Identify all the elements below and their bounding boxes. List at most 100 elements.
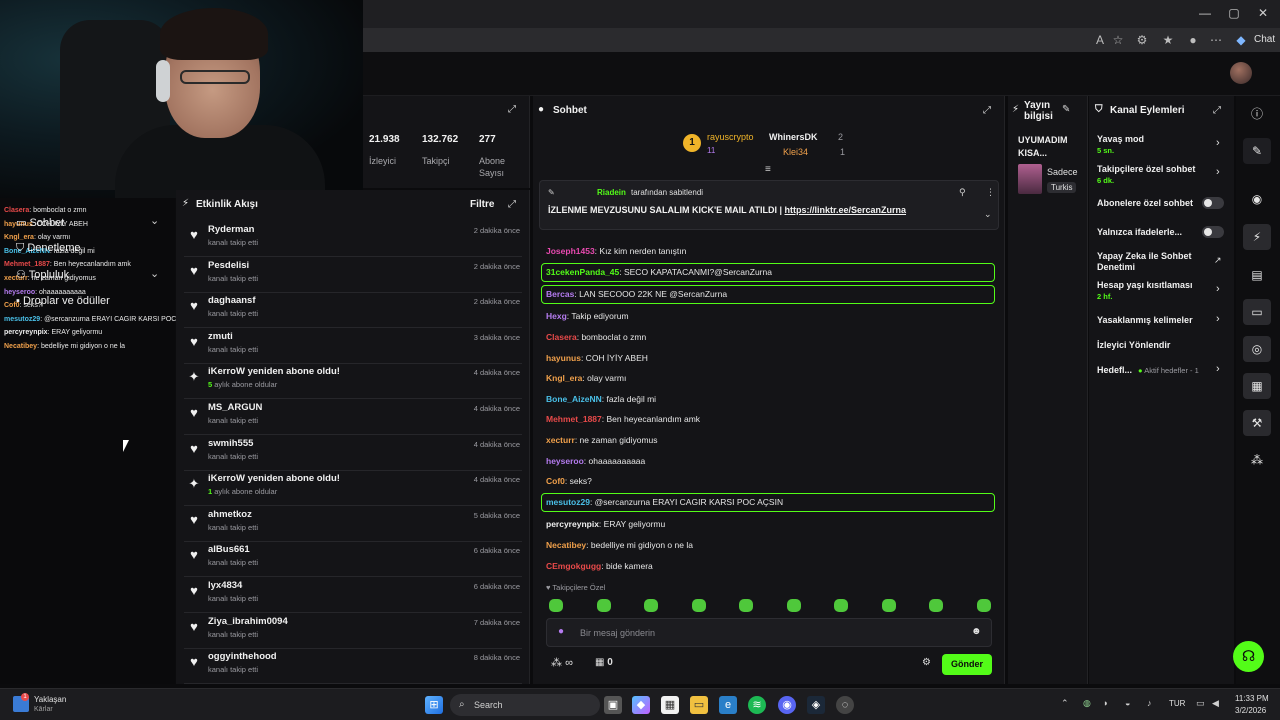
emote-icon[interactable] [786, 599, 801, 612]
emoji-icon[interactable]: ☻ [971, 626, 982, 637]
read-aloud-icon[interactable]: A [1092, 32, 1108, 48]
filter-button[interactable]: Filtre [470, 199, 494, 210]
overlay-chat-nick[interactable]: Necatibey [4, 343, 37, 350]
share-icon[interactable]: ⁂ [1243, 447, 1271, 473]
pen-icon[interactable]: ✎ [1243, 138, 1271, 164]
tray-icon[interactable]: ◍ [1083, 698, 1091, 709]
chat-message-nick[interactable]: Hexg [546, 311, 567, 321]
edit-icon[interactable]: ✎ [1062, 104, 1070, 115]
activity-name[interactable]: iKerroW yeniden abone oldu! [208, 366, 340, 377]
file-explorer-icon[interactable]: ▭ [690, 696, 708, 714]
user-avatar[interactable] [1230, 62, 1252, 84]
extensions-icon[interactable]: ⚙ [1134, 32, 1150, 48]
slow-mode-item[interactable]: Yavaş mod [1097, 134, 1144, 144]
chevron-down-icon[interactable]: ⌄ [150, 267, 159, 280]
overlay-chat-nick[interactable]: Clasera [4, 207, 29, 214]
activity-name[interactable]: Ryderman [208, 224, 254, 235]
windows-start-icon[interactable]: ⊞ [425, 696, 443, 714]
microphone-icon[interactable]: ♪ [1147, 698, 1152, 708]
subscribers-chat-toggle[interactable] [1202, 197, 1224, 209]
chat-message-nick[interactable]: Joseph1453 [546, 246, 595, 256]
activity-name[interactable]: oggyinthehood [208, 651, 277, 662]
chat-icon[interactable]: ▭ [1243, 299, 1271, 325]
emote-icon[interactable] [549, 599, 563, 612]
activity-row[interactable]: ♥ swmih555 kanalı takip etti 4 dakika önce [184, 436, 522, 471]
leader-third-name[interactable]: Klei34 [783, 147, 808, 157]
more-options-icon[interactable]: ⋯ [1208, 32, 1224, 48]
emote-only-item[interactable]: Yalnızca ifadelerle... [1097, 227, 1182, 237]
external-link-icon[interactable]: ↗ [1214, 255, 1222, 266]
chevron-down-icon[interactable]: ⌄ [984, 209, 992, 220]
leader-first-name[interactable]: rayuscrypto [707, 132, 754, 142]
activity-row[interactable]: ✦ iKerroW yeniden abone oldu! 5 aylık abon… [184, 364, 522, 400]
weather-title[interactable]: Yaklaşan [34, 695, 66, 704]
activity-row[interactable]: ✦ iKerroW yeniden abone oldu! 1 aylık abon… [184, 471, 522, 507]
activity-name[interactable]: daghaansf [208, 295, 256, 306]
overlay-chat-nick[interactable]: percyreynpix [4, 329, 48, 336]
emote-icon[interactable] [834, 599, 848, 612]
collapse-icon[interactable]: ≡ [765, 164, 771, 175]
bolt-icon[interactable]: ⚡ [1243, 224, 1271, 250]
layout-icon[interactable]: ▦ [1243, 373, 1271, 399]
edge-app-icon[interactable]: e [719, 696, 737, 714]
overlay-chat-nick[interactable]: Kngl_era [4, 234, 34, 241]
nav-item-chat[interactable]: ▭ Sohbet [16, 216, 64, 229]
send-button[interactable]: Gönder [942, 654, 992, 675]
pinned-link[interactable]: https://linktr.ee/SercanZurna [784, 205, 906, 215]
chat-input[interactable]: ● Bir mesaj gönderin ☻ [546, 618, 992, 647]
activity-row[interactable]: ♥ lyx4834 kanalı takip etti 6 dakika önce [184, 578, 522, 613]
clock-time[interactable]: 11:33 PM [1235, 694, 1269, 703]
chevron-up-icon[interactable]: ⌃ [1061, 698, 1069, 709]
chat-message-nick[interactable]: Clasera [546, 332, 577, 342]
steam-app-icon[interactable]: ◈ [807, 696, 825, 714]
activity-row[interactable]: ♥ Pesdelisi kanalı takip etti 2 dakika önce [184, 258, 522, 293]
expand-icon[interactable]: ⤢ [1213, 105, 1221, 116]
store-app-icon[interactable]: ▦ [661, 696, 679, 714]
tray-icon[interactable]: ◗ [1103, 698, 1108, 708]
broadcast-icon[interactable]: ◎ [1243, 336, 1271, 362]
category-name[interactable]: Sadece [1047, 167, 1078, 177]
overlay-chat-nick[interactable]: mesutoz29 [4, 316, 40, 323]
activity-name[interactable]: alBus661 [208, 544, 250, 555]
activity-row[interactable]: ♥ ahmetkoz kanalı takip etti 5 dakika önce [184, 507, 522, 542]
goals-item[interactable]: Hedefl... [1097, 365, 1132, 375]
pinned-by-name[interactable]: Riadein [597, 188, 626, 197]
activity-name[interactable]: Ziya_ibrahim0094 [208, 616, 288, 627]
emote-only-toggle[interactable] [1202, 226, 1224, 238]
account-age-item[interactable]: Hesap yaşı kısıtlaması [1097, 280, 1193, 290]
leader-second-name[interactable]: WhinersDK [769, 132, 818, 142]
expand-icon[interactable]: ⤢ [508, 104, 516, 115]
chat-message-nick[interactable]: 31cekenPanda_45 [546, 267, 619, 277]
activity-name[interactable]: MS_ARGUN [208, 402, 262, 413]
activity-row[interactable]: ♥ zmuti kanalı takip etti 3 dakika önce [184, 329, 522, 364]
copilot-icon[interactable]: ◆ [1233, 32, 1249, 48]
chevron-right-icon[interactable]: › [1216, 137, 1220, 149]
gift-counter[interactable]: ▦ 0 [595, 657, 613, 668]
maximize-button[interactable]: ▢ [1227, 6, 1241, 20]
activity-name[interactable]: lyx4834 [208, 580, 242, 591]
activity-row[interactable]: ♥ alBus661 kanalı takip etti 6 dakika önce [184, 542, 522, 578]
chat-message-nick[interactable]: Necatibey [546, 540, 586, 550]
nav-item-community[interactable]: ⚇ Topluluk [16, 268, 69, 281]
chevron-right-icon[interactable]: › [1216, 166, 1220, 178]
chat-message-nick[interactable]: CEmgokgugg [546, 561, 601, 571]
mic-icon[interactable]: ● [558, 626, 564, 637]
copilot-app-icon[interactable]: ◆ [632, 696, 650, 714]
chat-message-nick[interactable]: hayunus [546, 353, 581, 363]
minimize-button[interactable]: — [1198, 6, 1212, 20]
banned-words-item[interactable]: Yasaklanmış kelimeler [1097, 315, 1193, 325]
clock-date[interactable]: 3/2/2026 [1235, 706, 1266, 715]
activity-row[interactable]: ♥ MS_ARGUN kanalı takip etti 4 dakika önce [184, 400, 522, 435]
emote-icon[interactable] [976, 599, 991, 612]
spotify-app-icon[interactable]: ≋ [748, 696, 766, 714]
emote-icon[interactable] [881, 599, 896, 612]
chat-message-nick[interactable]: Cof0 [546, 476, 565, 486]
infinity-counter[interactable]: ⁂ ∞ [551, 656, 573, 669]
expand-icon[interactable]: ⤢ [983, 105, 991, 116]
chat-message-nick[interactable]: Kngl_era [546, 373, 582, 383]
chat-message-nick[interactable]: heyseroo [546, 456, 584, 466]
chevron-right-icon[interactable]: › [1216, 363, 1220, 375]
activity-name[interactable]: zmuti [208, 331, 233, 342]
language-indicator[interactable]: TUR [1169, 699, 1185, 708]
emote-icon[interactable] [596, 599, 611, 612]
